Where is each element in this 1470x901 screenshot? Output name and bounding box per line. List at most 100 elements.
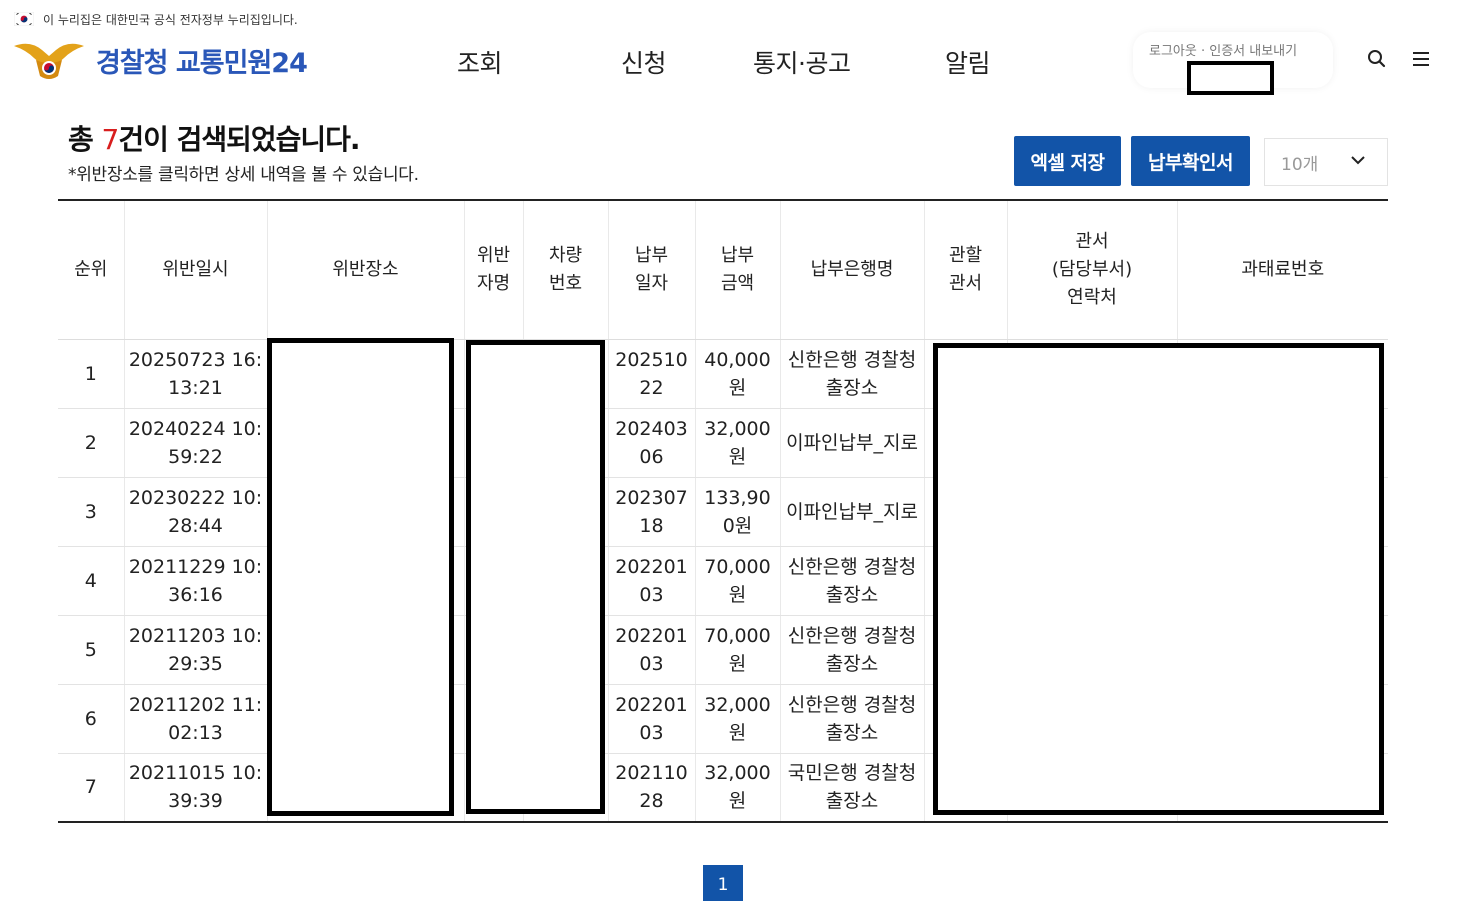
payment-date-cell-text: 20230718 xyxy=(615,486,688,537)
payment-amount-cell-text: 70,000원 xyxy=(704,555,771,606)
excel-save-button[interactable]: 엑셀 저장 xyxy=(1014,136,1121,186)
payment-date-cell-text: 20240306 xyxy=(615,417,688,468)
payment-bank-cell-text: 신한은행 경찰청 출장소 xyxy=(787,348,917,399)
violation-date-cell: 20250723 16:13:21 xyxy=(123,339,267,409)
gov-banner-text: 이 누리집은 대한민국 공식 전자정부 누리집입니다. xyxy=(43,12,298,27)
payment-date-cell-text: 20251022 xyxy=(615,348,688,399)
rank-cell-text: 5 xyxy=(84,638,97,661)
result-prefix: 총 xyxy=(68,123,102,156)
rank-cell: 2 xyxy=(58,408,124,478)
payment-date-cell: 20220103 xyxy=(607,615,695,685)
nav-notice[interactable]: 통지·공고 xyxy=(753,44,851,80)
payment-bank-cell: 이파인납부_지로 xyxy=(779,477,924,547)
payment-bank-cell-text: 신한은행 경찰청 출장소 xyxy=(787,555,917,606)
column-header: 위반 자명 xyxy=(463,199,523,340)
rank-cell: 3 xyxy=(58,477,124,547)
payment-date-cell: 20251022 xyxy=(607,339,695,409)
logo-text: 경찰청 교통민원24 xyxy=(96,47,308,79)
payment-amount-cell: 70,000원 xyxy=(694,546,780,616)
payment-date-cell: 20211028 xyxy=(607,753,695,823)
violation-date-cell: 20211015 10:39:39 xyxy=(123,753,267,823)
site-logo[interactable]: 경찰청 교통민원24 xyxy=(12,36,308,84)
violation-date-cell: 20211202 11:02:13 xyxy=(123,684,267,754)
column-header: 과태료번호 xyxy=(1176,199,1388,340)
payment-bank-cell: 신한은행 경찰청 출장소 xyxy=(779,546,924,616)
rank-cell-text: 6 xyxy=(84,707,97,730)
search-icon[interactable] xyxy=(1366,48,1388,70)
violation-date-cell-text: 20211202 11:02:13 xyxy=(128,693,263,744)
gov-banner: 이 누리집은 대한민국 공식 전자정부 누리집입니다. xyxy=(14,9,298,29)
payment-bank-cell-text: 이파인납부_지로 xyxy=(786,500,918,523)
rank-cell: 4 xyxy=(58,546,124,616)
redacted-office-fine-columns xyxy=(933,343,1384,815)
payment-date-cell: 20240306 xyxy=(607,408,695,478)
violation-date-cell-text: 20211229 10:36:16 xyxy=(128,555,263,606)
payment-bank-cell-text: 이파인납부_지로 xyxy=(786,431,918,454)
redacted-name-vehicle-columns xyxy=(466,340,605,814)
result-suffix: 건이 검색되었습니다. xyxy=(118,123,360,156)
payment-amount-cell-text: 32,000원 xyxy=(704,417,771,468)
redacted-user-name xyxy=(1187,61,1274,95)
violation-date-cell: 20230222 10:28:44 xyxy=(123,477,267,547)
payment-amount-cell: 40,000원 xyxy=(694,339,780,409)
auth-links[interactable]: 로그아웃 · 인증서 내보내기 xyxy=(1149,40,1297,59)
payment-confirmation-button[interactable]: 납부확인서 xyxy=(1131,136,1250,186)
payment-bank-cell: 국민은행 경찰청 출장소 xyxy=(779,753,924,823)
violation-date-cell-text: 20240224 10:59:22 xyxy=(128,417,263,468)
korea-flag-icon xyxy=(14,12,34,26)
payment-amount-cell-text: 32,000원 xyxy=(704,762,771,813)
column-header: 관할 관서 xyxy=(923,199,1007,340)
payment-bank-cell: 신한은행 경찰청 출장소 xyxy=(779,615,924,685)
payment-amount-cell: 133,900원 xyxy=(694,477,780,547)
rank-cell: 6 xyxy=(58,684,124,754)
column-header: 순위 xyxy=(58,199,124,340)
payment-bank-cell: 이파인납부_지로 xyxy=(779,408,924,478)
column-header: 납부은행명 xyxy=(779,199,924,340)
page-size-value: 10개 xyxy=(1281,154,1319,175)
payment-amount-cell-text: 133,900원 xyxy=(704,486,771,537)
column-header: 관서 (담당부서) 연락처 xyxy=(1006,199,1177,340)
column-header: 납부 일자 xyxy=(607,199,695,340)
violation-date-cell-text: 20230222 10:28:44 xyxy=(128,486,263,537)
payment-date-cell: 20220103 xyxy=(607,684,695,754)
nav-inquiry[interactable]: 조회 xyxy=(457,44,503,80)
rank-cell: 1 xyxy=(58,339,124,409)
payment-amount-cell: 32,000원 xyxy=(694,684,780,754)
nav-application[interactable]: 신청 xyxy=(621,44,667,80)
payment-date-cell: 20230718 xyxy=(607,477,695,547)
payment-date-cell-text: 20220103 xyxy=(615,555,688,606)
rank-cell-text: 2 xyxy=(84,431,97,454)
rank-cell: 5 xyxy=(58,615,124,685)
column-header: 위반장소 xyxy=(266,199,464,340)
violation-date-cell: 20211203 10:29:35 xyxy=(123,615,267,685)
redacted-location-column xyxy=(267,338,454,816)
police-emblem-icon xyxy=(14,43,84,79)
column-header: 위반일시 xyxy=(123,199,267,340)
violation-date-cell: 20240224 10:59:22 xyxy=(123,408,267,478)
result-count: 7 xyxy=(101,123,120,156)
pagination-current-page[interactable]: 1 xyxy=(703,865,743,901)
payment-date-cell-text: 20211028 xyxy=(615,762,688,813)
violation-date-cell-text: 20211015 10:39:39 xyxy=(128,762,263,813)
result-count-heading: 총 7건이 검색되었습니다. xyxy=(68,118,361,158)
chevron-down-icon xyxy=(1349,151,1367,169)
violation-date-cell-text: 20250723 16:13:21 xyxy=(128,348,263,399)
payment-bank-cell-text: 신한은행 경찰청 출장소 xyxy=(787,624,917,675)
payment-date-cell: 20220103 xyxy=(607,546,695,616)
rank-cell-text: 4 xyxy=(84,569,97,592)
hamburger-menu-icon[interactable] xyxy=(1410,48,1432,70)
column-header: 납부 금액 xyxy=(694,199,780,340)
page-size-select[interactable]: 10개 xyxy=(1264,138,1388,186)
rank-cell-text: 3 xyxy=(84,500,97,523)
payment-bank-cell-text: 신한은행 경찰청 출장소 xyxy=(787,693,917,744)
column-header: 차량 번호 xyxy=(522,199,608,340)
payment-date-cell-text: 20220103 xyxy=(615,624,688,675)
payment-amount-cell: 32,000원 xyxy=(694,753,780,823)
payment-amount-cell-text: 40,000원 xyxy=(704,348,771,399)
rank-cell: 7 xyxy=(58,753,124,823)
payment-bank-cell: 신한은행 경찰청 출장소 xyxy=(779,684,924,754)
payment-amount-cell: 32,000원 xyxy=(694,408,780,478)
table-header-row: 순위 위반일시 위반장소 위반 자명 차량 번호 납부 일자 납부 금액 납부은행명 관할 관서… xyxy=(58,199,1388,340)
nav-alerts[interactable]: 알림 xyxy=(945,44,991,80)
payment-bank-cell-text: 국민은행 경찰청 출장소 xyxy=(787,762,917,813)
